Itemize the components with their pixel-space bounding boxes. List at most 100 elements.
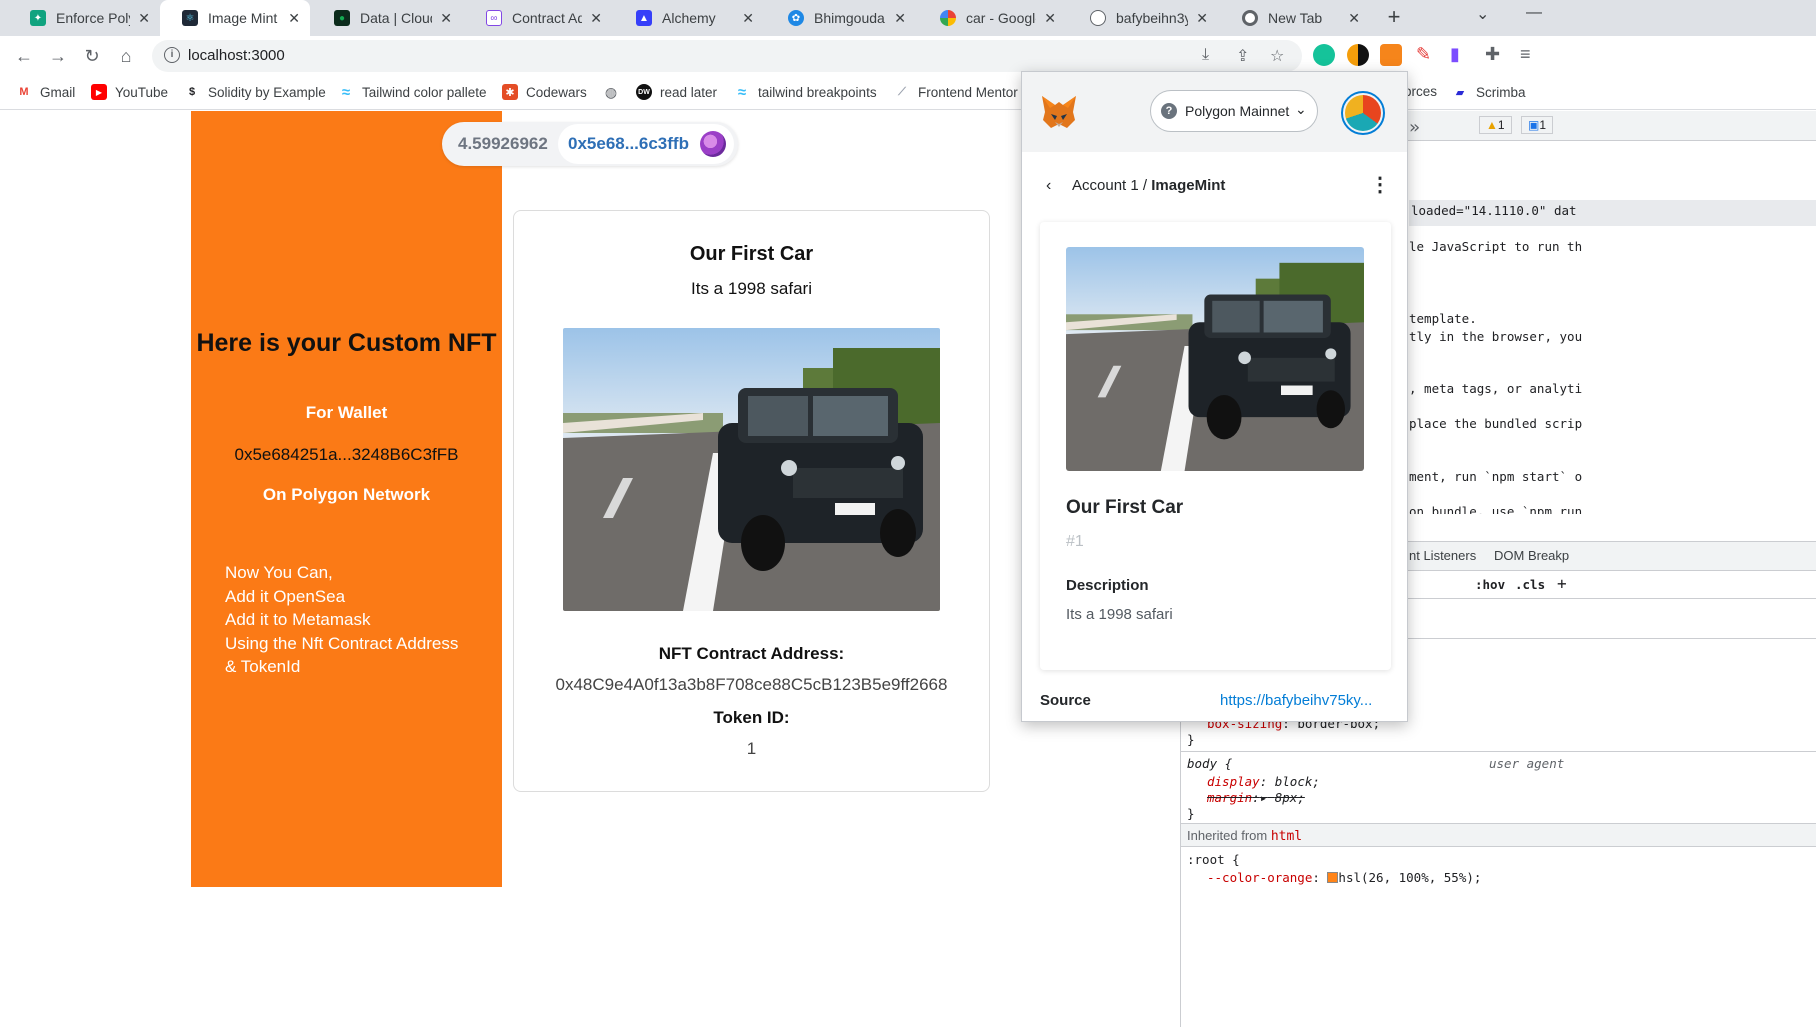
forward-icon[interactable]: → (46, 44, 70, 68)
class-toggle[interactable]: .cls (1515, 577, 1545, 592)
tab-new-tab[interactable]: New Tab ✕ (1220, 0, 1370, 36)
tab-label: Enforce Polyg (56, 10, 130, 26)
bookmark-read-later[interactable]: DW read later (636, 84, 717, 100)
source-link[interactable]: https://bafybeihv75ky... (1220, 692, 1372, 709)
css-selector[interactable]: body { (1187, 756, 1232, 771)
account-avatar[interactable] (1341, 91, 1385, 135)
tab-alchemy[interactable]: ▲ Alchemy ✕ (614, 0, 764, 36)
bookmarks-bar: M Gmail ▶ YouTube $ Solidity by Example … (0, 76, 1816, 110)
bookmark-solidity[interactable]: $ Solidity by Example (184, 84, 326, 100)
code-line[interactable]: tly in the browser, you (1409, 329, 1582, 344)
nft-title: Our First Car (689, 243, 814, 265)
balance-value: 4.59926962 (458, 134, 548, 153)
code-line[interactable]: le JavaScript to run th (1409, 239, 1582, 254)
bookmark-star-icon[interactable]: ☆ (1270, 46, 1284, 66)
css-declaration[interactable]: display: block; (1207, 774, 1320, 789)
tab-bhimgouda[interactable]: ✿ Bhimgouda D ✕ (766, 0, 916, 36)
code-line[interactable]: loaded="14.1110.0" dat (1409, 200, 1816, 226)
tab-dom-breakpoints[interactable]: DOM Breakp (1494, 548, 1569, 563)
metamask-fox-icon[interactable] (1040, 94, 1078, 130)
bookmark-tailwind-colors[interactable]: ≈ Tailwind color pallete (338, 84, 487, 101)
code-line[interactable]: template. (1409, 311, 1477, 326)
bookmark-globe[interactable]: ◍ (603, 84, 627, 100)
tab-label: Contract Addr (512, 10, 583, 26)
tab-google-photos[interactable]: car - Google P ✕ (918, 0, 1066, 36)
close-icon[interactable]: ✕ (1044, 10, 1056, 27)
metamask-fox-icon[interactable] (1380, 44, 1402, 66)
wallet-balance-pill[interactable]: 4.59926962 0x5e68...6c3ffb (442, 122, 738, 166)
metamask-popup: ? Polygon Mainnet ⌄ ‹ Account 1 / ImageM… (1021, 71, 1408, 722)
install-app-icon[interactable]: ⤓ (1202, 46, 1209, 64)
warnings-badge[interactable]: ▲1 (1479, 116, 1512, 134)
close-icon[interactable]: ✕ (440, 10, 452, 27)
code-line[interactable]: on bundle, use `npm run (1409, 504, 1582, 514)
grammarly-icon[interactable] (1313, 44, 1335, 66)
bookmark-tailwind-breakpoints[interactable]: ≈ tailwind breakpoints (734, 84, 877, 101)
tab-event-listeners[interactable]: nt Listeners (1409, 548, 1476, 563)
css-declaration-overridden[interactable]: margin:▸ 8px; (1207, 790, 1305, 805)
reload-icon[interactable]: ↻ (80, 44, 104, 68)
hover-state-toggle[interactable]: :hov (1475, 577, 1505, 592)
account-chip[interactable]: 0x5e68...6c3ffb (558, 124, 734, 164)
tab-search-icon[interactable]: ⌄ (1476, 4, 1489, 24)
nft-title: Our First Car (1066, 497, 1184, 518)
tab-enforce-polygon[interactable]: ✦ Enforce Polyg ✕ (8, 0, 160, 36)
code-line[interactable]: , meta tags, or analyti (1409, 381, 1582, 396)
bookmark-label: Solidity by Example (208, 84, 326, 100)
tab-label: bafybeihn3y4y (1116, 10, 1189, 26)
add-rule-icon[interactable]: + (1557, 574, 1567, 593)
css-close-brace: } (1187, 732, 1195, 747)
codewars-icon: ✱ (502, 84, 518, 100)
tab-contract-address[interactable]: ∞ Contract Addr ✕ (464, 0, 612, 36)
kebab-menu-icon[interactable]: ⋮ (1370, 172, 1390, 197)
inherited-from-header: Inherited from html (1181, 824, 1816, 846)
css-declaration[interactable]: --color-orange: hsl(26, 100%, 55%); (1207, 870, 1481, 885)
bookmark-youtube[interactable]: ▶ YouTube (91, 84, 168, 100)
home-icon[interactable]: ⌂ (114, 44, 138, 68)
close-icon[interactable]: ✕ (138, 10, 150, 27)
code-line[interactable]: ment, run `npm start` o (1409, 469, 1582, 484)
address-bar[interactable]: i localhost:3000 ⤓ ⇪ ☆ (152, 40, 1302, 72)
back-chevron-icon[interactable]: ‹ (1046, 177, 1051, 195)
warning-icon: ▲ (1486, 118, 1498, 132)
tab-ipfs-bafy[interactable]: bafybeihn3y4y ✕ (1068, 0, 1218, 36)
close-icon[interactable]: ✕ (742, 10, 754, 27)
more-tabs-icon[interactable]: » (1409, 117, 1420, 138)
instruction-item: Add it to Metamask (225, 610, 371, 629)
close-icon[interactable]: ✕ (1348, 10, 1360, 27)
new-tab-button[interactable]: + (1380, 4, 1408, 32)
close-icon[interactable]: ✕ (288, 10, 300, 27)
bookmark-scrimba[interactable]: ▰ Scrimba (1452, 84, 1526, 100)
tab-mongodb-data[interactable]: ● Data | Cloud: I ✕ (312, 0, 462, 36)
bookmark-ext-icon[interactable]: ▮ (1450, 44, 1472, 66)
pen-icon[interactable]: ✎ (1416, 44, 1438, 66)
site-info-icon[interactable]: i (164, 47, 180, 63)
code-line[interactable]: place the bundled scrip (1409, 416, 1582, 431)
tab-image-mint[interactable]: ⚛ Image Mint ✕ (160, 0, 310, 36)
close-icon[interactable]: ✕ (1196, 10, 1208, 27)
breadcrumb-account[interactable]: Account 1 (1072, 177, 1139, 194)
messages-badge[interactable]: ▣1 (1521, 116, 1554, 134)
globe-icon: ◍ (604, 83, 618, 100)
account-address: 0x5e68...6c3ffb (568, 134, 689, 153)
bookmark-gmail[interactable]: M Gmail (16, 84, 75, 100)
share-icon[interactable]: ⇪ (1236, 46, 1249, 66)
puzzle-icon[interactable]: ✚ (1485, 44, 1507, 66)
reading-list-icon[interactable]: ≡ (1520, 44, 1542, 66)
network-selector[interactable]: ? Polygon Mainnet ⌄ (1150, 90, 1318, 132)
network-label: Polygon Mainnet (1185, 103, 1290, 119)
color-swatch[interactable] (1327, 872, 1339, 883)
extension-icon[interactable] (1347, 44, 1369, 66)
close-icon[interactable]: ✕ (894, 10, 906, 27)
account-avatar (700, 131, 726, 157)
bookmark-resources[interactable]: orces (1404, 84, 1437, 99)
minimize-icon[interactable]: — (1526, 4, 1542, 22)
css-selector[interactable]: :root { (1187, 852, 1240, 867)
back-icon[interactable]: ← (12, 44, 36, 68)
bookmark-label: Frontend Mentor (918, 84, 1018, 100)
address-url[interactable]: localhost:3000 (188, 47, 285, 64)
bookmark-codewars[interactable]: ✱ Codewars (502, 84, 587, 100)
chevron-down-icon: ⌄ (1295, 101, 1307, 117)
bookmark-frontend-mentor[interactable]: ⟋ Frontend Mentor (894, 84, 1018, 100)
close-icon[interactable]: ✕ (590, 10, 602, 27)
